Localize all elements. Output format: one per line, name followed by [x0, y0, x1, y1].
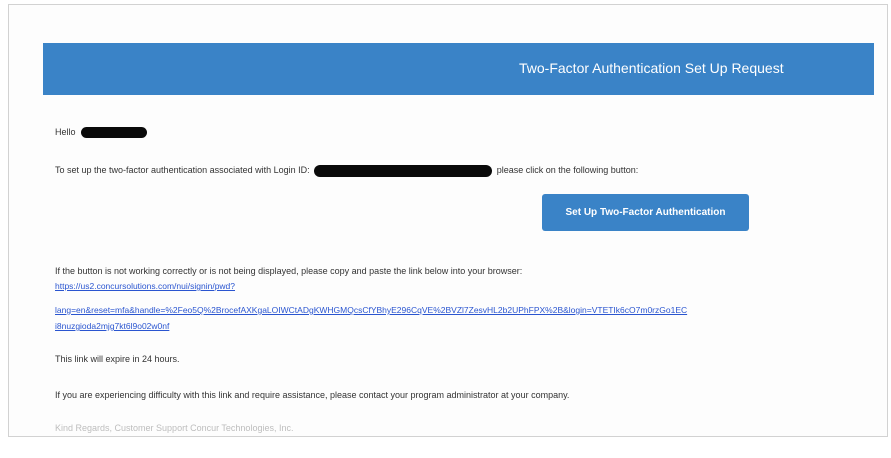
greeting-line: Hello	[55, 126, 148, 139]
setup-2fa-button[interactable]: Set Up Two-Factor Authentication	[542, 194, 749, 231]
fallback-instruction: If the button is not working correctly o…	[55, 266, 523, 276]
setup-instruction-suffix: please click on the following button:	[496, 165, 639, 175]
setup-link-part-1[interactable]: https://us2.concursolutions.com/nui/sign…	[55, 280, 235, 292]
link-expiry-note: This link will expire in 24 hours.	[55, 354, 180, 364]
signoff-text: Kind Regards, Customer Support Concur Te…	[55, 423, 294, 433]
email-title: Two-Factor Authentication Set Up Request	[519, 60, 784, 76]
setup-instruction-text: To set up the two-factor authentication …	[55, 165, 310, 175]
setup-instruction-line: To set up the two-factor authentication …	[55, 164, 638, 177]
email-header-banner: Two-Factor Authentication Set Up Request	[43, 43, 874, 95]
assistance-note: If you are experiencing difficulty with …	[55, 390, 570, 400]
greeting-text: Hello	[55, 127, 76, 137]
setup-link-part-3[interactable]: i8nuzgioda2mjg7kt6l9o02w0nf	[55, 320, 169, 332]
setup-link-part-2[interactable]: lang=en&reset=mfa&handle=%2Feo5Q%2Brocef…	[55, 304, 687, 316]
email-window: Two-Factor Authentication Set Up Request…	[8, 4, 888, 437]
setup-2fa-button-label: Set Up Two-Factor Authentication	[565, 207, 726, 218]
redacted-name	[81, 127, 148, 139]
redacted-login-id	[314, 164, 493, 177]
